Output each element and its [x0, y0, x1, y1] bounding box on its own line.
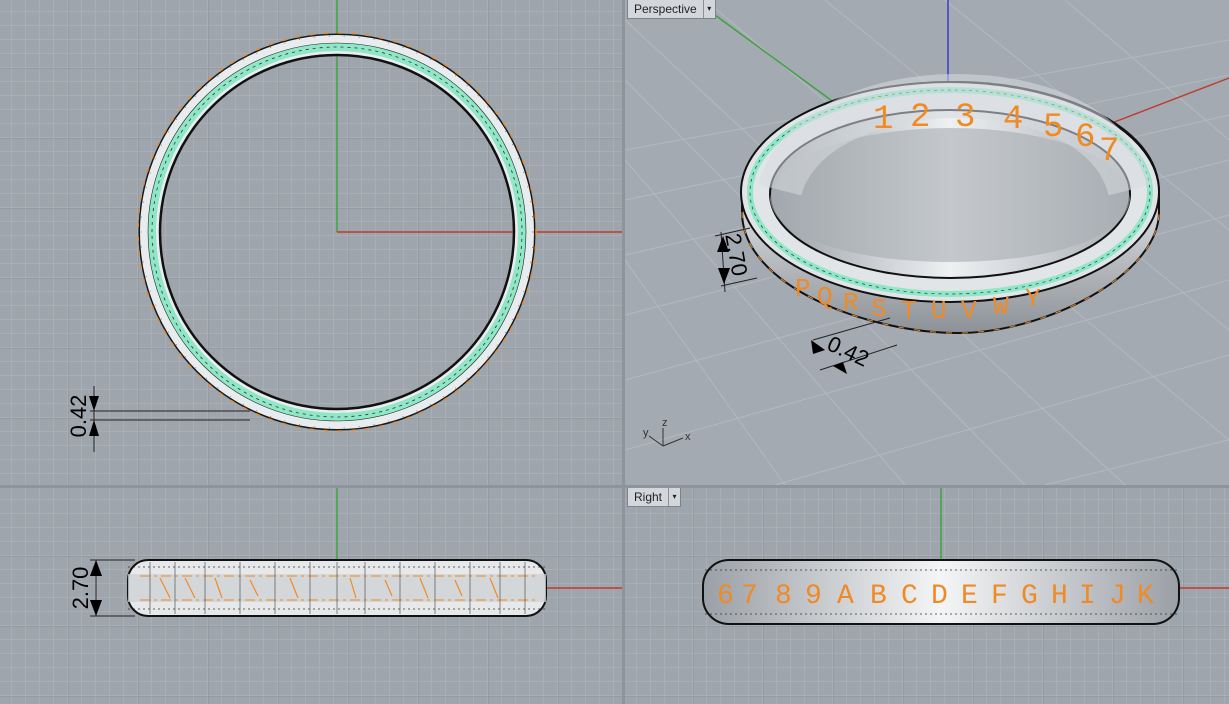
- svg-text:x: x: [685, 431, 691, 443]
- svg-text:R: R: [843, 288, 859, 318]
- chevron-down-icon[interactable]: ▾: [702, 0, 715, 18]
- svg-text:J: J: [1109, 581, 1126, 612]
- svg-text:5: 5: [1043, 109, 1063, 147]
- viewport-right[interactable]: 6 7 8 9 A B C D E F G H I J K Right ▾: [625, 488, 1229, 704]
- svg-text:Y: Y: [1025, 284, 1041, 314]
- svg-text:F: F: [991, 581, 1008, 612]
- dimension-label: 2.70: [68, 567, 93, 610]
- svg-text:2: 2: [910, 99, 930, 137]
- svg-text:z: z: [662, 417, 668, 429]
- svg-text:H: H: [1051, 581, 1068, 612]
- ring-front[interactable]: [127, 559, 547, 617]
- svg-text:1: 1: [873, 101, 893, 139]
- svg-text:U: U: [931, 296, 947, 326]
- svg-text:9: 9: [805, 581, 822, 612]
- right-view-canvas[interactable]: 6 7 8 9 A B C D E F G H I J K: [625, 488, 1229, 704]
- dimension-label: 0.42: [66, 395, 91, 438]
- svg-text:A: A: [837, 581, 854, 612]
- svg-text:7: 7: [741, 581, 758, 612]
- viewport-title-tab[interactable]: Perspective ▾: [627, 0, 716, 19]
- viewport-front[interactable]: 2.70: [0, 488, 622, 704]
- viewport-title[interactable]: Right: [628, 488, 668, 506]
- viewport-title[interactable]: Perspective: [628, 0, 703, 18]
- svg-text:3: 3: [955, 99, 975, 137]
- svg-text:D: D: [931, 581, 948, 612]
- svg-text:7: 7: [1099, 133, 1119, 171]
- engraving-right: 6 7 8 9 A B C D E F G H I J K: [717, 581, 1154, 612]
- front-view-canvas[interactable]: 2.70: [0, 488, 622, 704]
- viewport-top[interactable]: 0.42: [0, 0, 622, 485]
- chevron-down-icon[interactable]: ▾: [668, 488, 680, 506]
- viewport-perspective[interactable]: 1 2 3 4 5 6 7 P Q R S T U V W Y 2.70 0.4…: [625, 0, 1229, 485]
- svg-text:6: 6: [717, 581, 734, 612]
- svg-text:4: 4: [1003, 101, 1023, 139]
- svg-text:P: P: [795, 274, 811, 304]
- svg-text:I: I: [1079, 581, 1096, 612]
- svg-text:Q: Q: [817, 282, 833, 312]
- svg-text:C: C: [901, 581, 918, 612]
- svg-text:T: T: [901, 296, 917, 326]
- svg-text:B: B: [870, 581, 887, 612]
- top-view-canvas[interactable]: 0.42: [0, 0, 622, 485]
- svg-text:E: E: [961, 581, 978, 612]
- svg-text:W: W: [993, 292, 1009, 322]
- svg-text:6: 6: [1075, 119, 1095, 157]
- svg-text:8: 8: [775, 581, 792, 612]
- svg-text:V: V: [961, 296, 977, 326]
- viewport-title-tab[interactable]: Right ▾: [627, 488, 682, 507]
- svg-text:K: K: [1137, 581, 1154, 612]
- perspective-view-canvas[interactable]: 1 2 3 4 5 6 7 P Q R S T U V W Y 2.70 0.4…: [625, 0, 1229, 485]
- svg-text:G: G: [1021, 581, 1038, 612]
- svg-text:y: y: [643, 427, 649, 439]
